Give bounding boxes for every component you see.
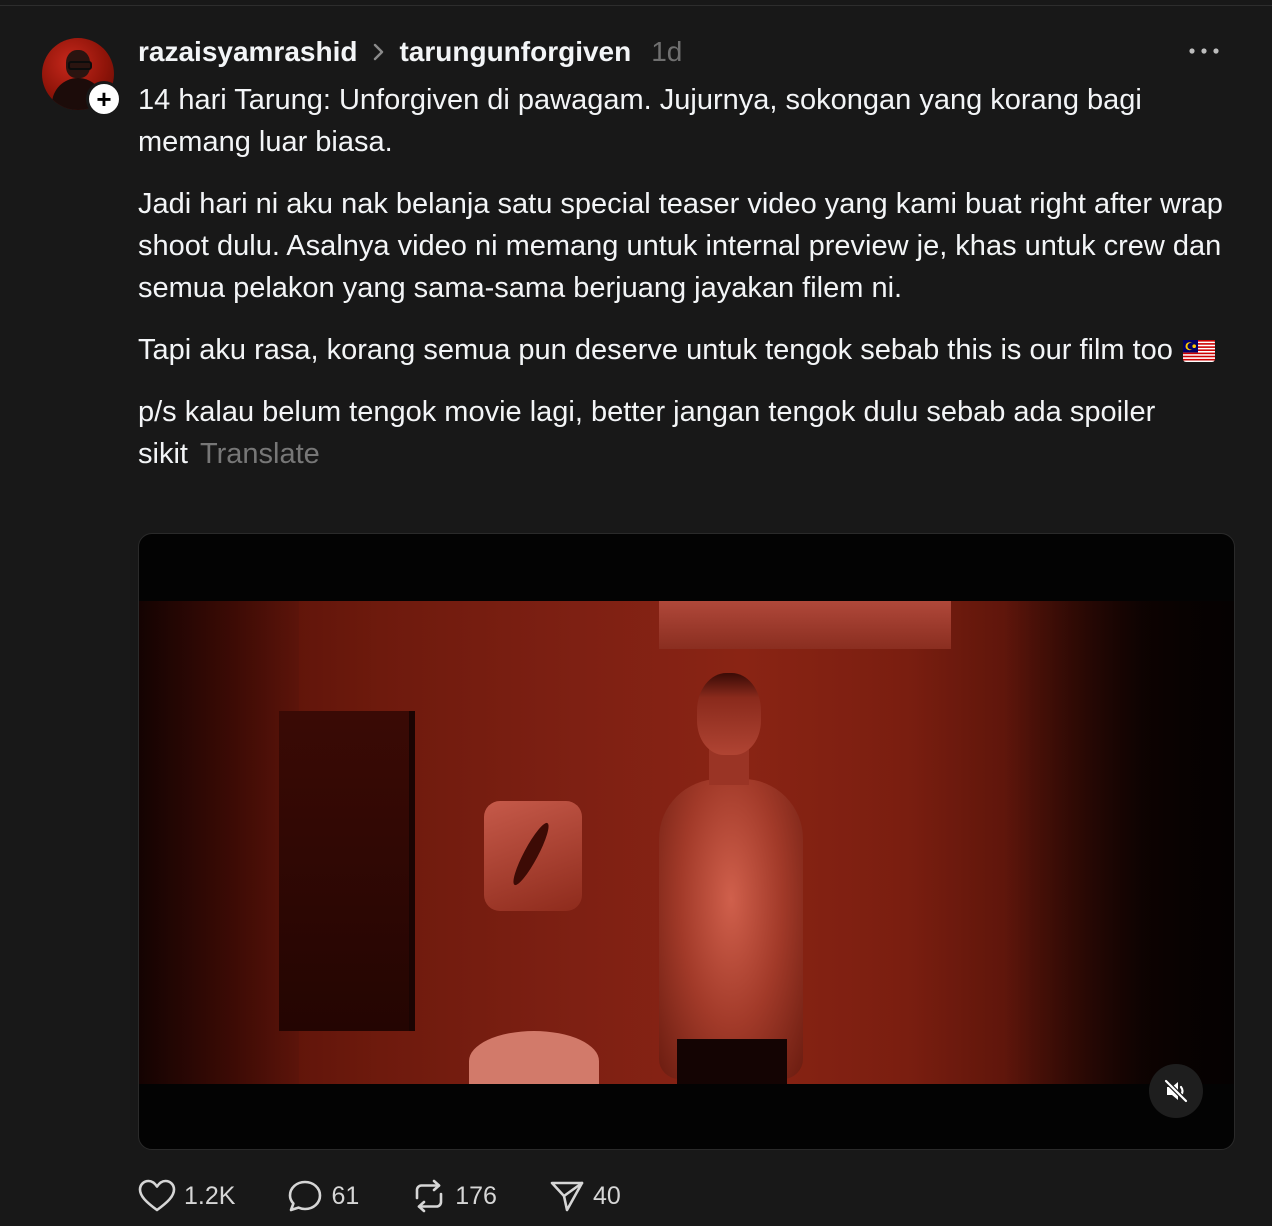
send-icon bbox=[550, 1181, 584, 1212]
malaysia-flag-icon bbox=[1182, 340, 1215, 362]
mute-toggle-button[interactable] bbox=[1149, 1064, 1203, 1118]
chevron-right-icon bbox=[373, 43, 385, 61]
repost-count: 176 bbox=[455, 1181, 497, 1210]
speaker-muted-icon bbox=[1163, 1078, 1189, 1104]
follow-plus-icon[interactable]: + bbox=[86, 81, 122, 117]
post-paragraph: Tapi aku rasa, korang semua pun deserve … bbox=[138, 329, 1238, 371]
post-paragraph-text: Tapi aku rasa, korang semua pun deserve … bbox=[138, 334, 1173, 366]
post-paragraph: 14 hari Tarung: Unforgiven di pawagam. J… bbox=[138, 84, 1142, 158]
post-timestamp[interactable]: 1d bbox=[651, 36, 682, 68]
post-body: 14 hari Tarung: Unforgiven di pawagam. J… bbox=[138, 79, 1238, 475]
translate-link[interactable]: Translate bbox=[200, 438, 320, 470]
avatar-glasses bbox=[68, 61, 92, 70]
share-count: 40 bbox=[592, 1181, 621, 1210]
video-frame bbox=[139, 601, 1234, 1084]
comment-icon bbox=[289, 1180, 322, 1212]
heart-icon bbox=[138, 1179, 176, 1212]
thread-post: + razaisyamrashid tarungunforgiven 1d 14… bbox=[0, 0, 1272, 1226]
repost-icon bbox=[415, 1179, 443, 1213]
scene-person-torso bbox=[659, 779, 803, 1079]
video-player[interactable] bbox=[138, 533, 1235, 1150]
repost-button[interactable]: 176 bbox=[411, 1178, 497, 1214]
share-button[interactable]: 40 bbox=[549, 1179, 621, 1213]
scene-shadow bbox=[1004, 601, 1234, 1084]
scene-air-conditioner bbox=[659, 601, 951, 649]
scene-tissue-dispenser bbox=[484, 801, 582, 911]
post-paragraph: p/s kalau belum tengok movie lagi, bette… bbox=[138, 391, 1238, 475]
comment-count: 61 bbox=[331, 1181, 360, 1210]
like-button[interactable]: 1.2K bbox=[138, 1179, 235, 1213]
more-options-icon[interactable] bbox=[1186, 40, 1222, 62]
scene-sink bbox=[469, 1031, 599, 1084]
action-bar: 1.2K 61 176 40 bbox=[138, 1176, 673, 1216]
comment-button[interactable]: 61 bbox=[287, 1179, 359, 1213]
community-name[interactable]: tarungunforgiven bbox=[399, 36, 631, 68]
post-paragraph: Jadi hari ni aku nak belanja satu specia… bbox=[138, 188, 1223, 304]
scene-wall-left bbox=[139, 601, 299, 1084]
scene-person-pants bbox=[677, 1039, 787, 1084]
author-username[interactable]: razaisyamrashid bbox=[138, 36, 357, 68]
post-header: razaisyamrashid tarungunforgiven 1d bbox=[138, 34, 682, 70]
scene-mirror bbox=[279, 711, 415, 1031]
like-count: 1.2K bbox=[184, 1181, 236, 1210]
scene-person bbox=[629, 661, 829, 1084]
scene-person-head bbox=[697, 673, 761, 755]
